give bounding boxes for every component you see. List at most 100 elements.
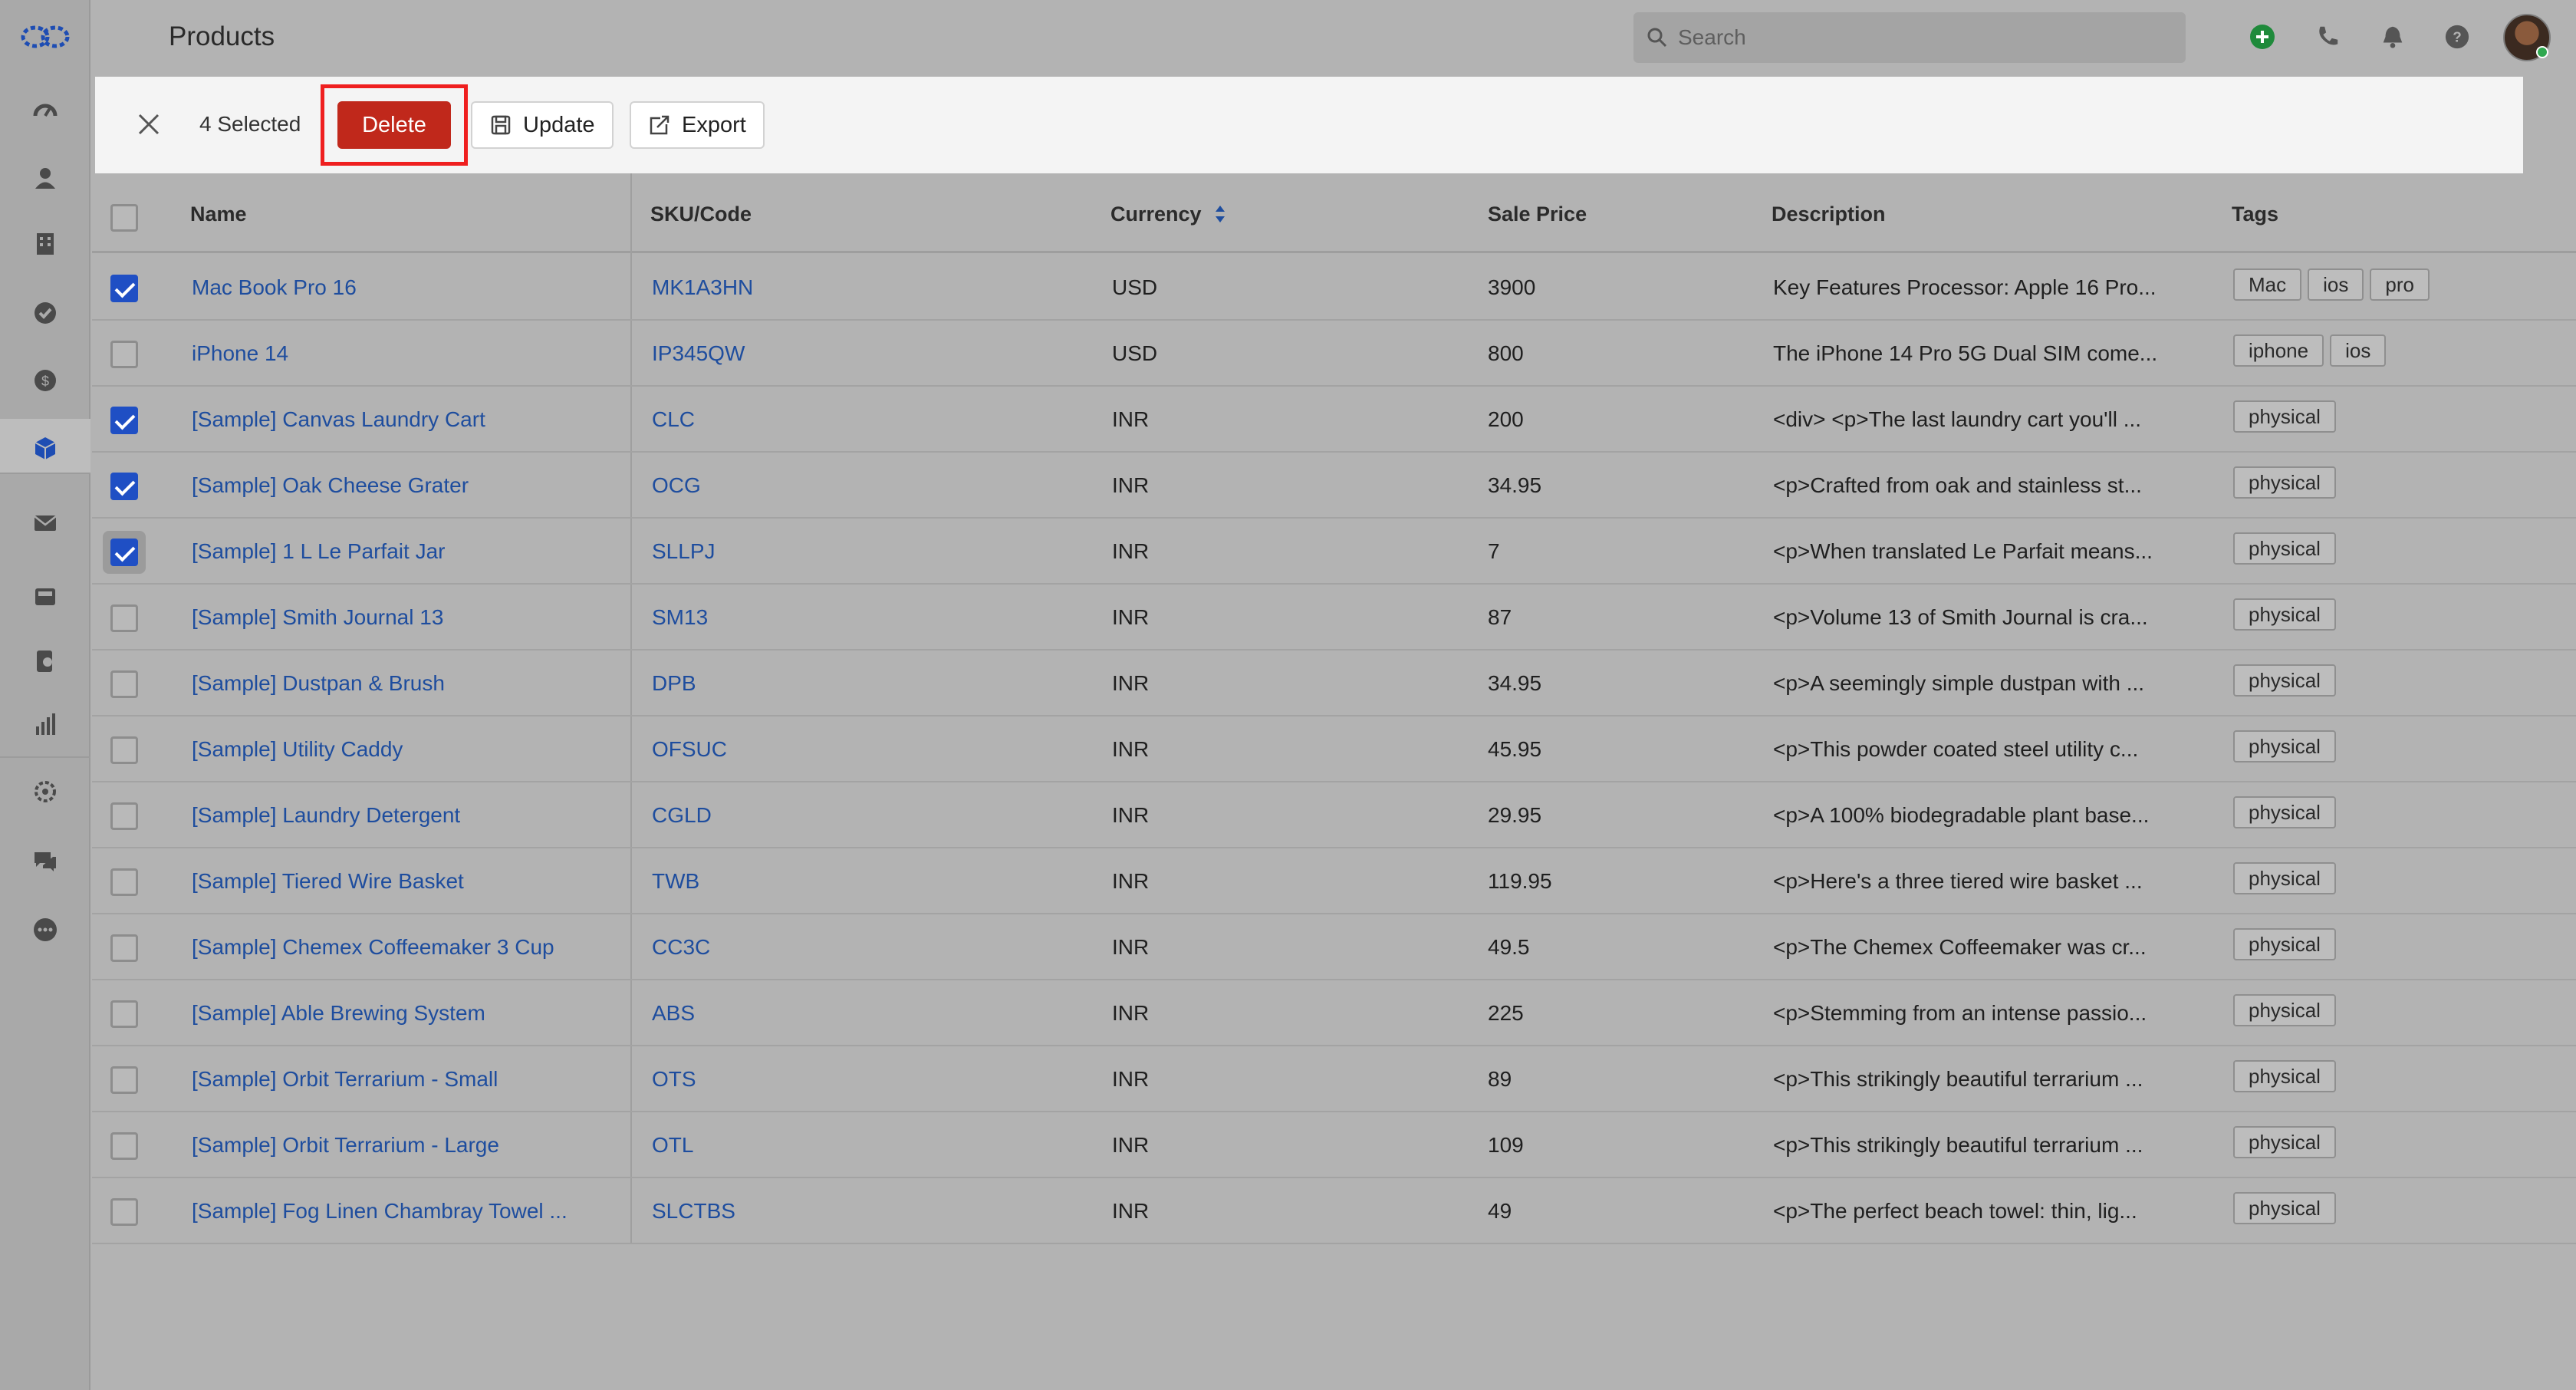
currency-cell: INR [1112,671,1150,695]
contacts-icon[interactable] [30,163,61,193]
tags-cell: physical [2233,796,2336,828]
product-name-link[interactable]: [Sample] Oak Cheese Grater [192,473,469,498]
product-name-link[interactable]: [Sample] Utility Caddy [192,737,403,762]
row-checkbox[interactable] [110,670,138,698]
table-row[interactable]: iPhone 14 IP345QW USD 800 The iPhone 14 Pro … [92,321,2576,387]
notification-bell-icon[interactable] [2379,23,2407,51]
sku-link[interactable]: CC3C [652,935,710,960]
product-name-link[interactable]: Mac Book Pro 16 [192,275,357,300]
table-row[interactable]: [Sample] Chemex Coffeemaker 3 Cup CC3C INR… [92,914,2576,980]
sku-link[interactable]: OTS [652,1067,696,1092]
row-checkbox[interactable] [110,1000,138,1028]
sale-price-cell: 119.95 [1488,869,1552,893]
automation-icon[interactable] [30,776,61,807]
sku-link[interactable]: DPB [652,671,696,696]
table-row[interactable]: [Sample] 1 L Le Parfait Jar SLLPJ INR 7 <p>W… [92,519,2576,585]
search-input[interactable] [1678,25,2138,50]
product-name-link[interactable]: [Sample] Orbit Terrarium - Small [192,1067,498,1092]
row-checkbox[interactable] [110,604,138,632]
row-checkbox[interactable] [110,341,138,368]
add-icon[interactable] [2249,23,2276,51]
sku-link[interactable]: SLCTBS [652,1199,735,1224]
tags-cell: physical [2233,466,2336,499]
sku-link[interactable]: ABS [652,1001,695,1026]
table-row[interactable]: [Sample] Able Brewing System ABS INR 225 <p>… [92,980,2576,1046]
deals-icon[interactable] [30,298,61,328]
sku-link[interactable]: SM13 [652,605,708,630]
column-header-sku[interactable]: SKU/Code [650,203,752,226]
table-row[interactable]: [Sample] Dustpan & Brush DPB INR 34.95 <p>A … [92,651,2576,716]
chat-icon[interactable] [30,845,61,876]
sku-link[interactable]: OTL [652,1133,693,1158]
product-name-link[interactable]: [Sample] Canvas Laundry Cart [192,407,485,432]
product-name-link[interactable]: iPhone 14 [192,341,288,366]
sku-link[interactable]: TWB [652,869,699,894]
product-name-link[interactable]: [Sample] 1 L Le Parfait Jar [192,539,445,564]
currency-cell: INR [1112,935,1150,959]
sku-link[interactable]: OCG [652,473,701,498]
row-checkbox[interactable] [110,275,138,302]
product-name-link[interactable]: [Sample] Dustpan & Brush [192,671,445,696]
column-header-sale-price[interactable]: Sale Price [1488,203,1587,226]
select-all-checkbox[interactable] [110,204,138,232]
row-checkbox[interactable] [110,868,138,896]
online-status-indicator [2536,46,2548,58]
billing-icon[interactable]: $ [30,365,61,396]
sku-link[interactable]: SLLPJ [652,539,716,564]
inbox-icon[interactable] [30,581,61,612]
sku-link[interactable]: MK1A3HN [652,275,753,300]
sku-link[interactable]: OFSUC [652,737,727,762]
row-checkbox[interactable] [110,736,138,764]
sku-link[interactable]: IP345QW [652,341,745,366]
table-row[interactable]: [Sample] Canvas Laundry Cart CLC INR 200 <di… [92,387,2576,453]
phone-log-icon[interactable] [30,646,61,677]
sku-link[interactable]: CGLD [652,803,712,828]
table-row[interactable]: Mac Book Pro 16 MK1A3HN USD 3900 Key Feature… [92,255,2576,321]
table-row[interactable]: [Sample] Tiered Wire Basket TWB INR 119.95 <… [92,848,2576,914]
table-row[interactable]: [Sample] Smith Journal 13 SM13 INR 87 <p>Vol… [92,585,2576,651]
product-name-link[interactable]: [Sample] Fog Linen Chambray Towel ... [192,1199,568,1224]
product-name-link[interactable]: [Sample] Tiered Wire Basket [192,869,464,894]
table-row[interactable]: [Sample] Fog Linen Chambray Towel ... SLC… [92,1178,2576,1244]
product-name-link[interactable]: [Sample] Chemex Coffeemaker 3 Cup [192,935,554,960]
row-checkbox[interactable] [110,934,138,962]
column-header-tags[interactable]: Tags [2232,203,2278,226]
row-checkbox[interactable] [110,473,138,500]
row-checkbox[interactable] [110,407,138,434]
table-row[interactable]: [Sample] Utility Caddy OFSUC INR 45.95 <p>Th… [92,716,2576,782]
sort-icon[interactable] [1213,204,1227,224]
column-header-description[interactable]: Description [1772,203,1886,226]
currency-cell: INR [1112,803,1150,827]
table-row[interactable]: [Sample] Laundry Detergent CGLD INR 29.95 <p… [92,782,2576,848]
export-button-label: Export [682,112,746,137]
sku-link[interactable]: CLC [652,407,695,432]
more-icon[interactable] [30,914,61,945]
reports-icon[interactable] [30,709,61,739]
row-checkbox[interactable] [110,539,138,566]
table-row[interactable]: [Sample] Orbit Terrarium - Large OTL INR 10… [92,1112,2576,1178]
row-checkbox[interactable] [110,1198,138,1226]
column-header-currency[interactable]: Currency [1110,203,1202,226]
product-name-link[interactable]: [Sample] Able Brewing System [192,1001,485,1026]
product-name-link[interactable]: [Sample] Smith Journal 13 [192,605,443,630]
phone-icon[interactable] [2314,23,2341,51]
product-name-link[interactable]: [Sample] Laundry Detergent [192,803,460,828]
table-row[interactable]: [Sample] Orbit Terrarium - Small OTS INR 89… [92,1046,2576,1112]
sale-price-cell: 49.5 [1488,935,1530,959]
close-icon[interactable] [133,109,164,140]
row-checkbox[interactable] [110,1066,138,1094]
table-row[interactable]: [Sample] Oak Cheese Grater OCG INR 34.95 <p>… [92,453,2576,519]
update-button[interactable]: Update [471,101,614,149]
company-icon[interactable] [30,229,61,259]
product-name-link[interactable]: [Sample] Orbit Terrarium - Large [192,1133,499,1158]
products-icon[interactable] [30,433,61,463]
dashboard-icon[interactable] [30,95,61,126]
row-checkbox[interactable] [110,1132,138,1160]
help-icon[interactable]: ? [2443,23,2471,51]
export-button[interactable]: Export [630,101,765,149]
email-icon[interactable] [30,508,61,539]
search-box[interactable] [1633,12,2186,63]
column-header-name[interactable]: Name [190,203,247,226]
app-logo-icon[interactable] [20,23,71,51]
row-checkbox[interactable] [110,802,138,830]
